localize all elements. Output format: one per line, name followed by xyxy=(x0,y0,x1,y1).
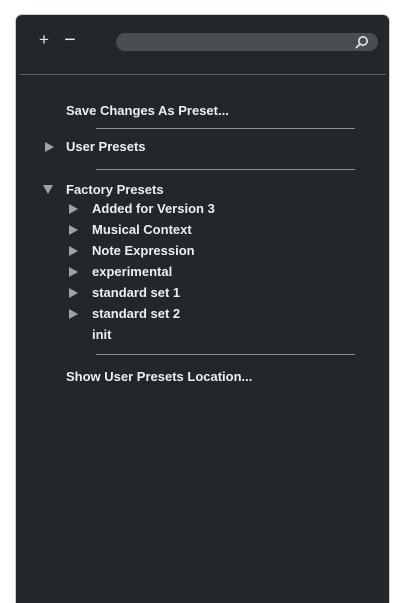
add-preset-button[interactable]: + xyxy=(36,31,52,49)
standard-set-2-expand-icon[interactable] xyxy=(69,309,78,319)
search-icon[interactable] xyxy=(355,35,369,49)
save-changes-as-preset-item[interactable]: Save Changes As Preset... xyxy=(66,103,229,119)
preset-folder-standard-set-2[interactable]: standard set 2 xyxy=(92,306,180,322)
menu-divider xyxy=(96,128,355,129)
added-for-version-3-expand-icon[interactable] xyxy=(69,204,78,214)
factory-presets-collapse-icon[interactable] xyxy=(43,185,53,194)
note-expression-expand-icon[interactable] xyxy=(69,246,78,256)
factory-presets-folder[interactable]: Factory Presets xyxy=(66,182,164,198)
toolbar-divider xyxy=(20,74,386,75)
remove-preset-button[interactable]: − xyxy=(62,30,78,50)
standard-set-1-expand-icon[interactable] xyxy=(69,288,78,298)
user-presets-expand-icon[interactable] xyxy=(45,142,54,152)
user-presets-folder[interactable]: User Presets xyxy=(66,139,146,155)
preset-panel: + − Save Changes As Preset... User Prese… xyxy=(15,14,390,603)
musical-context-expand-icon[interactable] xyxy=(69,225,78,235)
menu-divider xyxy=(96,169,355,170)
preset-folder-note-expression[interactable]: Note Expression xyxy=(92,243,195,259)
menu-divider xyxy=(96,354,355,355)
preset-search-input[interactable] xyxy=(116,33,378,51)
preset-toolbar: + − xyxy=(16,15,389,73)
show-user-presets-location-item[interactable]: Show User Presets Location... xyxy=(66,369,252,385)
preset-init[interactable]: init xyxy=(92,327,112,343)
preset-folder-experimental[interactable]: experimental xyxy=(92,264,172,280)
experimental-expand-icon[interactable] xyxy=(69,267,78,277)
preset-folder-musical-context[interactable]: Musical Context xyxy=(92,222,192,238)
preset-folder-standard-set-1[interactable]: standard set 1 xyxy=(92,285,180,301)
preset-folder-added-for-version-3[interactable]: Added for Version 3 xyxy=(92,201,215,217)
